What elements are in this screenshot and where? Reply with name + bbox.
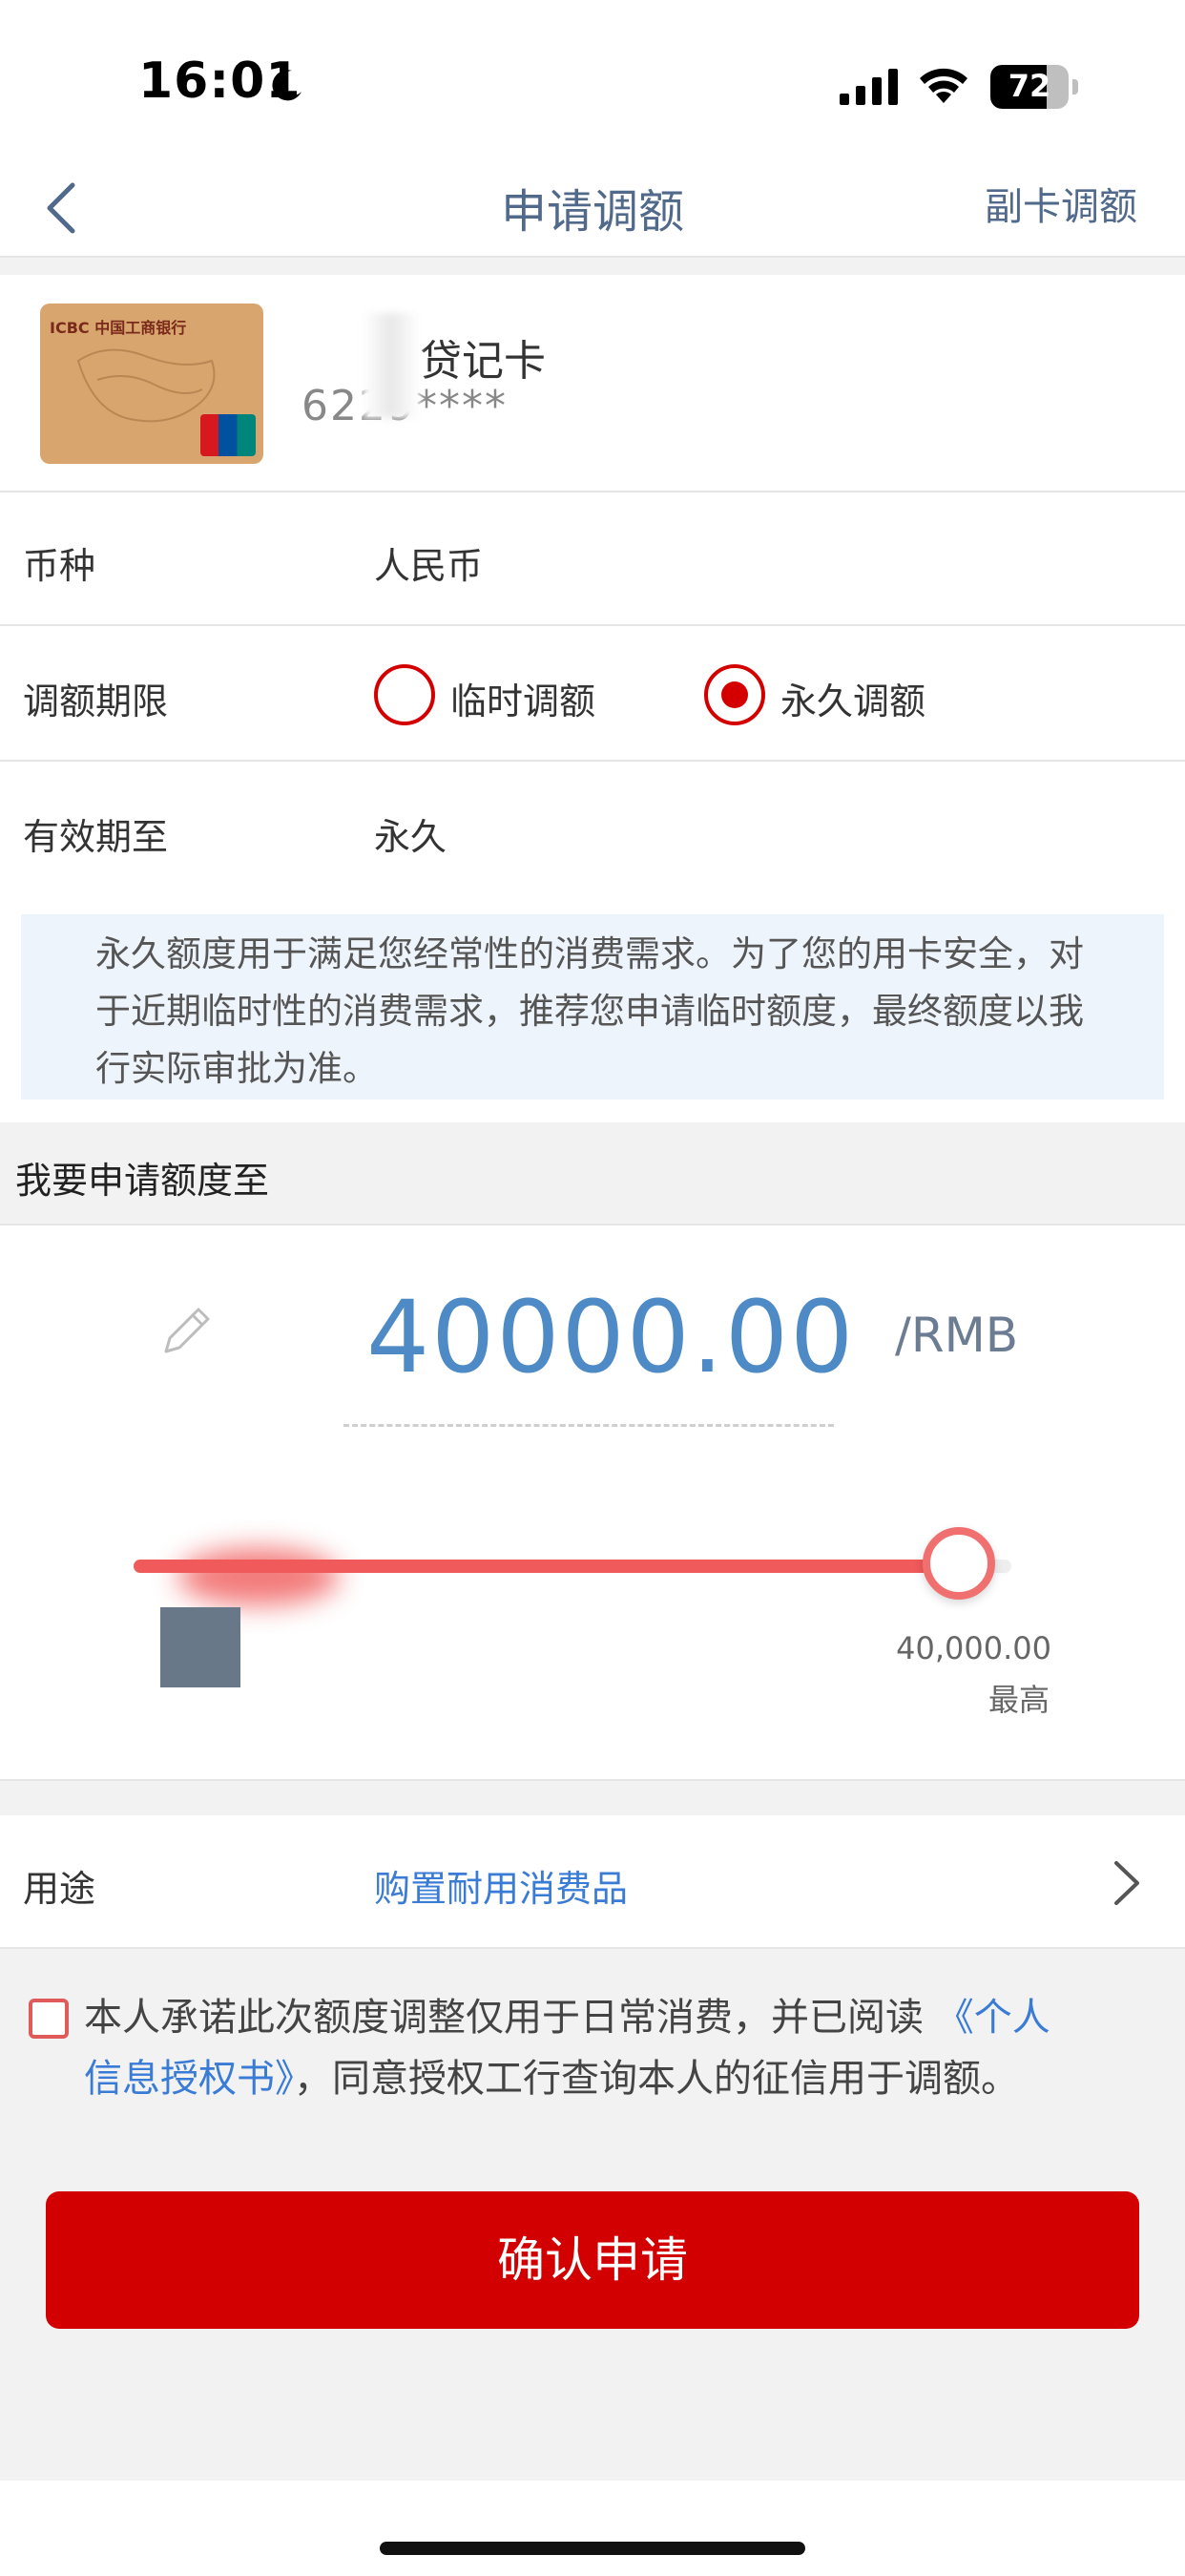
valid-until-row: 有效期至 永久 bbox=[0, 764, 1185, 914]
cellular-signal-icon bbox=[840, 69, 898, 105]
temporary-radio[interactable] bbox=[374, 664, 435, 725]
amount-slider-track[interactable] bbox=[134, 1560, 1011, 1573]
period-row: 调额期限 临时调额 永久调额 bbox=[0, 628, 1185, 762]
amount-section-title: 我要申请额度至 bbox=[15, 1160, 270, 1202]
agreement-text-after: ，同意授权工行查询本人的征信用于调额。 bbox=[294, 2057, 1019, 2101]
purpose-label: 用途 bbox=[23, 1868, 96, 1910]
valid-until-value: 永久 bbox=[374, 816, 447, 858]
pencil-icon[interactable] bbox=[158, 1302, 216, 1359]
agreement-text-line2: 信息授权书》，同意授权工行查询本人的征信用于调额。 bbox=[84, 2048, 1019, 2109]
card-info: ICBC 中国工商银行 贷记卡 6229**** bbox=[0, 275, 1185, 492]
amount-slider-handle[interactable] bbox=[922, 1527, 995, 1600]
period-label: 调额期限 bbox=[23, 681, 169, 723]
purpose-value[interactable]: 购置耐用消费品 bbox=[374, 1859, 628, 1912]
chevron-right-icon[interactable] bbox=[1111, 1857, 1143, 1909]
notice-text: 永久额度用于满足您经常性的消费需求。为了您的用卡安全，对于近期临时性的消费需求，… bbox=[95, 933, 1084, 1089]
unionpay-logo bbox=[200, 414, 256, 456]
notice-box: 永久额度用于满足您经常性的消费需求。为了您的用卡安全，对于近期临时性的消费需求，… bbox=[21, 914, 1164, 1100]
divider bbox=[0, 1781, 1185, 1815]
page: 16:01 72 申请调额 副卡调额 ICBC 中国工商银行 贷记卡 币种 人民… bbox=[0, 0, 1185, 2576]
supplementary-card-adjust-link[interactable]: 副卡调额 bbox=[985, 176, 1137, 231]
currency-value: 人民币 bbox=[374, 545, 484, 587]
redaction-box bbox=[160, 1607, 240, 1687]
redaction-blur bbox=[363, 313, 420, 418]
purpose-row[interactable]: 用途 购置耐用消费品 bbox=[0, 1815, 1185, 1949]
authorization-link[interactable]: 《个人 bbox=[936, 1996, 1050, 2040]
home-indicator[interactable] bbox=[380, 2542, 805, 2555]
agreement-text-before: 本人承诺此次额度调整仅用于日常消费，并已阅读 bbox=[84, 1996, 924, 2040]
radio-selected-dot bbox=[721, 681, 748, 708]
card-name: 贷记卡 bbox=[420, 337, 546, 386]
moon-icon bbox=[272, 70, 301, 101]
temporary-radio-label[interactable]: 临时调额 bbox=[450, 672, 595, 724]
amount-underline bbox=[343, 1424, 834, 1427]
amount-section-header: 我要申请额度至 bbox=[0, 1122, 1185, 1225]
slider-glow bbox=[177, 1548, 340, 1605]
home-bar-area bbox=[0, 2481, 1185, 2576]
amount-input[interactable]: 40000.00 bbox=[366, 1279, 855, 1395]
slider-max-label: 最高 bbox=[988, 1682, 1050, 1718]
amount-unit: /RMB bbox=[895, 1308, 1019, 1363]
valid-until-label: 有效期至 bbox=[23, 816, 169, 858]
battery-icon: 72 bbox=[990, 65, 1078, 109]
agreement-checkbox[interactable] bbox=[29, 1999, 69, 2039]
agreement-text-line1: 本人承诺此次额度调整仅用于日常消费，并已阅读 《个人 bbox=[84, 1987, 1153, 2048]
battery-level: 72 bbox=[1008, 68, 1051, 104]
currency-label: 币种 bbox=[23, 545, 96, 587]
permanent-radio[interactable] bbox=[704, 664, 765, 725]
divider bbox=[0, 258, 1185, 275]
bottom-area: 本人承诺此次额度调整仅用于日常消费，并已阅读 《个人 信息授权书》，同意授权工行… bbox=[0, 1949, 1185, 2481]
amount-slider-fill bbox=[134, 1560, 959, 1573]
confirm-button[interactable]: 确认申请 bbox=[46, 2191, 1139, 2329]
currency-row: 币种 人民币 bbox=[0, 492, 1185, 626]
credit-card-image: ICBC 中国工商银行 bbox=[40, 304, 263, 464]
slider-max-value: 40,000.00 bbox=[896, 1630, 1051, 1666]
wifi-icon bbox=[920, 68, 967, 103]
nav-bar: 申请调额 副卡调额 bbox=[0, 153, 1185, 258]
status-bar: 16:01 72 bbox=[0, 0, 1185, 153]
amount-panel: 40000.00 /RMB 40,000.00 最高 bbox=[0, 1225, 1185, 1781]
authorization-link-cont[interactable]: 信息授权书》 bbox=[84, 2057, 294, 2101]
permanent-radio-label[interactable]: 永久调额 bbox=[780, 672, 925, 724]
